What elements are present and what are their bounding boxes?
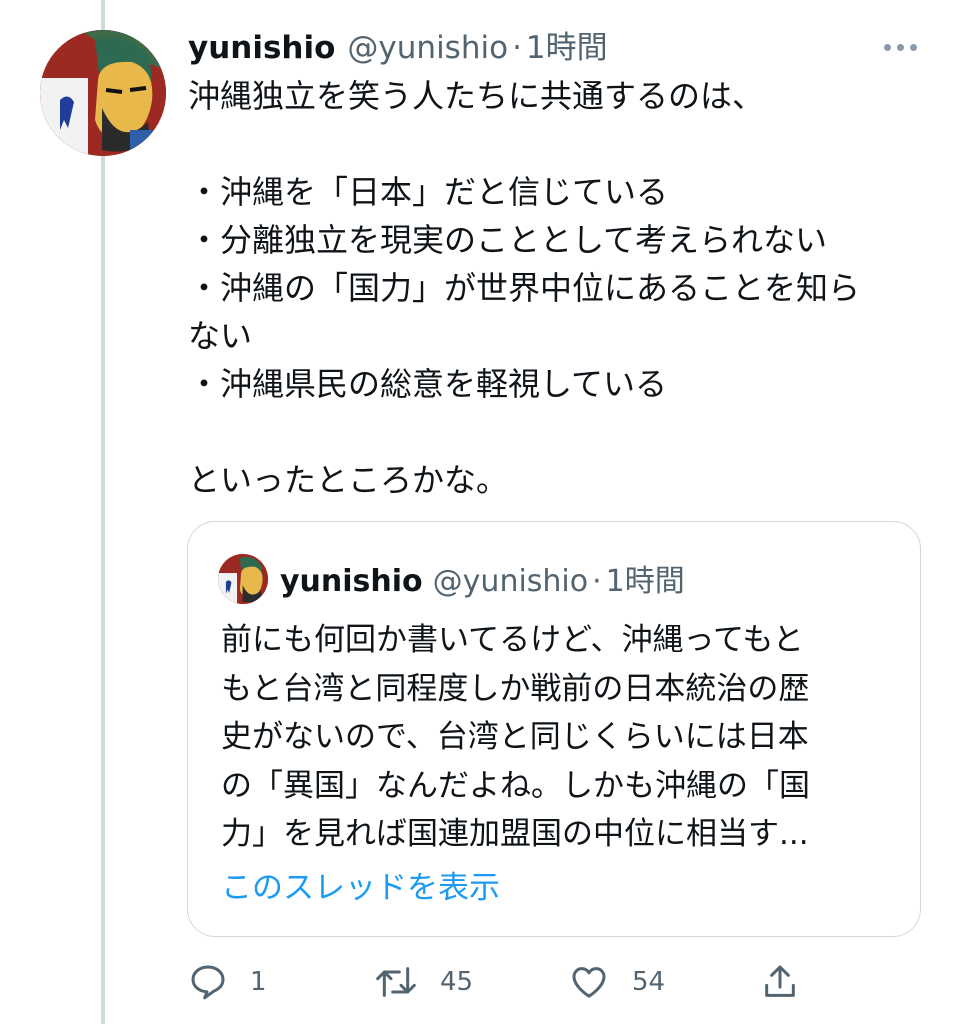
retweet-count: 45: [440, 967, 474, 997]
quoted-header: yunishio @yunishio · 1時間: [280, 556, 685, 600]
author-handle[interactable]: @yunishio: [347, 30, 508, 66]
quoted-line: 史がないので、台湾と同じくらいには日本: [221, 719, 809, 755]
tweet-line: ・沖縄を「日本」だと信じている: [188, 173, 669, 211]
show-thread-link[interactable]: このスレッドを表示: [221, 862, 500, 907]
quoted-text: 前にも何回か書いてるけど、沖縄ってもと もと台湾と同程度しか戦前の日本統治の歴 …: [221, 616, 901, 859]
tweet-header: yunishio @yunishio · 1時間: [188, 22, 608, 72]
heart-icon: [572, 967, 606, 998]
avatar[interactable]: [40, 30, 166, 156]
quoted-avatar[interactable]: [218, 554, 268, 604]
reply-icon: [191, 965, 225, 1000]
tweet-line: ・沖縄の「国力」が世界中位にあることを知ら: [188, 269, 861, 307]
action-bar: 1 45 54: [188, 955, 928, 1009]
quoted-author-name[interactable]: yunishio: [280, 564, 423, 599]
quoted-line: 力」を見れば国連加盟国の中位に相当す...: [221, 816, 809, 852]
quoted-tweet-card[interactable]: yunishio @yunishio · 1時間 前にも何回か書いてるけど、沖縄…: [187, 521, 921, 937]
reply-count: 1: [250, 967, 267, 997]
quoted-line: の「異国」なんだよね。しかも沖縄の「国: [221, 767, 810, 804]
retweet-icon: [376, 967, 416, 997]
separator-dot: ·: [512, 30, 522, 66]
quoted-timestamp[interactable]: 1時間: [606, 556, 685, 600]
quoted-author-handle[interactable]: @yunishio: [433, 564, 588, 599]
reply-button[interactable]: 1: [188, 955, 267, 1009]
author-name[interactable]: yunishio: [188, 30, 335, 66]
retweet-button[interactable]: 45: [374, 955, 473, 1009]
tweet-line: 沖縄独立を笑う人たちに共通するのは、: [188, 77, 765, 115]
like-count: 54: [632, 967, 666, 997]
quoted-avatar-image: [218, 554, 268, 604]
tweet-line: ・分離独立を現実のこととして考えられない: [188, 221, 828, 259]
like-button[interactable]: 54: [568, 955, 665, 1009]
share-button[interactable]: [760, 955, 800, 1009]
quoted-line: もと台湾と同程度しか戦前の日本統治の歴: [221, 670, 810, 707]
quoted-line: 前にも何回か書いてるけど、沖縄ってもと: [221, 622, 804, 658]
more-options-icon[interactable]: [884, 44, 917, 51]
share-icon: [765, 965, 795, 997]
tweet-line: といったところかな。: [188, 461, 509, 499]
avatar-image: [40, 30, 166, 156]
tweet-text: 沖縄独立を笑う人たちに共通するのは、 ・沖縄を「日本」だと信じている ・分離独立…: [188, 72, 928, 504]
tweet-line: ・沖縄県民の総意を軽視している: [188, 365, 668, 403]
timestamp[interactable]: 1時間: [526, 22, 608, 67]
tweet-line: ない: [188, 317, 253, 355]
separator-dot: ·: [592, 564, 602, 599]
